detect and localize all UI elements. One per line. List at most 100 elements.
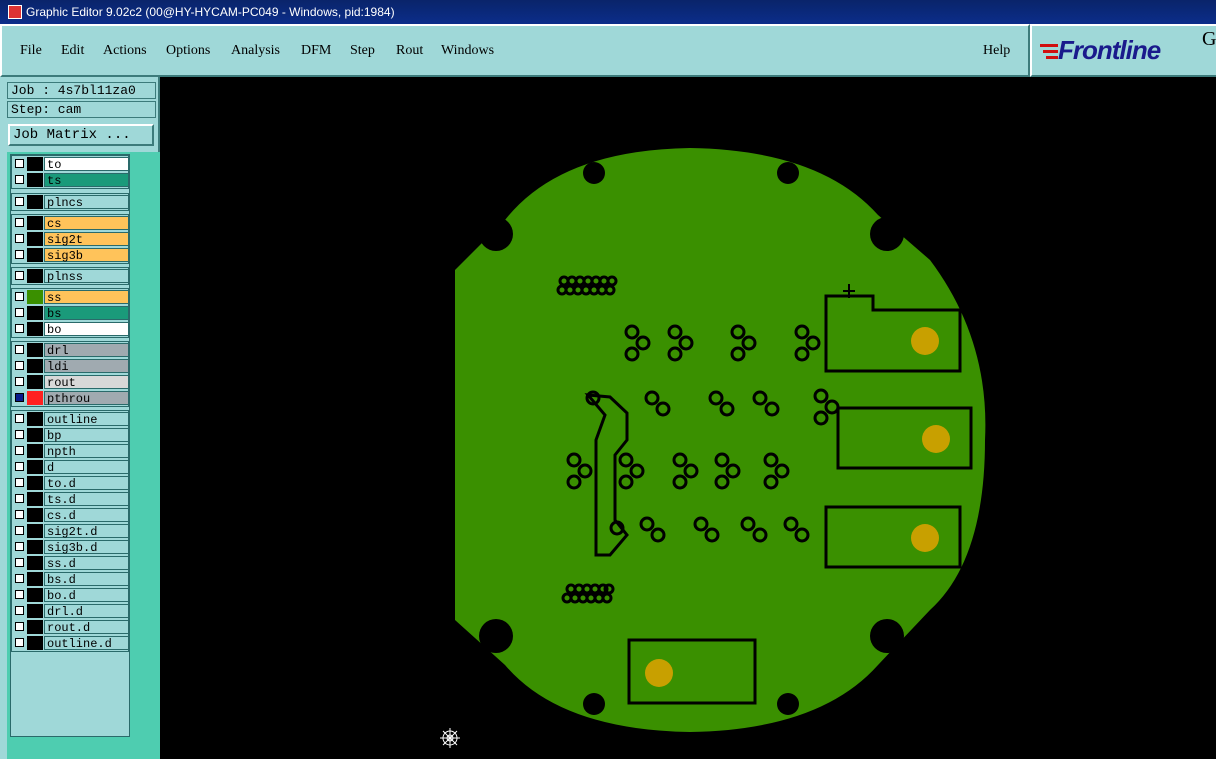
layer-name[interactable]: outline.d: [44, 636, 129, 651]
layer-row-rout[interactable]: rout: [13, 375, 129, 390]
layer-checkbox[interactable]: [15, 638, 24, 647]
layer-checkbox[interactable]: [15, 606, 24, 615]
layer-checkbox[interactable]: [15, 430, 24, 439]
layer-color-swatch[interactable]: [27, 476, 43, 490]
layer-name[interactable]: rout.d: [44, 620, 129, 635]
layer-color-swatch[interactable]: [27, 195, 43, 209]
layer-color-swatch[interactable]: [27, 157, 43, 171]
layer-name[interactable]: ts.d: [44, 492, 129, 507]
pcb-view[interactable]: [160, 77, 1216, 759]
layer-row-cs[interactable]: cs: [13, 216, 129, 231]
layer-row-d[interactable]: d: [13, 460, 129, 475]
layer-row-npth[interactable]: npth: [13, 444, 129, 459]
layer-name[interactable]: ts: [44, 173, 129, 188]
layer-row-bp[interactable]: bp: [13, 428, 129, 443]
layer-row-bs[interactable]: bs: [13, 306, 129, 321]
layer-name[interactable]: d: [44, 460, 129, 475]
layer-color-swatch[interactable]: [27, 343, 43, 357]
layer-checkbox[interactable]: [15, 271, 24, 280]
menu-edit[interactable]: Edit: [61, 43, 84, 59]
menu-analysis[interactable]: Analysis: [231, 43, 280, 59]
layer-color-swatch[interactable]: [27, 306, 43, 320]
layer-name[interactable]: bo.d: [44, 588, 129, 603]
layer-row-ts[interactable]: ts: [13, 173, 129, 188]
layer-color-swatch[interactable]: [27, 556, 43, 570]
layer-row-sig2t-d[interactable]: sig2t.d: [13, 524, 129, 539]
menu-options[interactable]: Options: [166, 43, 210, 59]
layer-color-swatch[interactable]: [27, 216, 43, 230]
layer-color-swatch[interactable]: [27, 322, 43, 336]
layer-row-drl[interactable]: drl: [13, 343, 129, 358]
layer-row-to-d[interactable]: to.d: [13, 476, 129, 491]
layer-checkbox[interactable]: [15, 558, 24, 567]
layer-color-swatch[interactable]: [27, 290, 43, 304]
layer-color-swatch[interactable]: [27, 620, 43, 634]
layer-checkbox[interactable]: [15, 292, 24, 301]
layer-name[interactable]: to.d: [44, 476, 129, 491]
layer-checkbox[interactable]: [15, 345, 24, 354]
layer-color-swatch[interactable]: [27, 359, 43, 373]
layer-row-plnss[interactable]: plnss: [13, 269, 129, 284]
layer-checkbox[interactable]: [15, 622, 24, 631]
layer-name[interactable]: drl.d: [44, 604, 129, 619]
layer-checkbox[interactable]: [15, 574, 24, 583]
layer-name[interactable]: plnss: [44, 269, 129, 284]
layer-checkbox[interactable]: [15, 234, 24, 243]
layer-checkbox[interactable]: [15, 494, 24, 503]
layer-name[interactable]: bp: [44, 428, 129, 443]
layer-checkbox[interactable]: [15, 462, 24, 471]
menu-windows[interactable]: Windows: [441, 43, 494, 59]
layer-color-swatch[interactable]: [27, 412, 43, 426]
layer-color-swatch[interactable]: [27, 375, 43, 389]
layer-row-plncs[interactable]: plncs: [13, 195, 129, 210]
layer-name[interactable]: ss: [44, 290, 129, 305]
layer-color-swatch[interactable]: [27, 636, 43, 650]
layer-row-ss[interactable]: ss: [13, 290, 129, 305]
layer-color-swatch[interactable]: [27, 232, 43, 246]
menu-step[interactable]: Step: [350, 43, 375, 59]
layer-row-ss-d[interactable]: ss.d: [13, 556, 129, 571]
layer-row-outline-d[interactable]: outline.d: [13, 636, 129, 651]
layer-row-to[interactable]: to: [13, 157, 129, 172]
layer-row-pthrou[interactable]: pthrou: [13, 391, 129, 406]
layer-color-swatch[interactable]: [27, 269, 43, 283]
layer-name[interactable]: npth: [44, 444, 129, 459]
layer-color-swatch[interactable]: [27, 492, 43, 506]
layer-checkbox[interactable]: [15, 361, 24, 370]
layer-name[interactable]: drl: [44, 343, 129, 358]
layer-name[interactable]: sig3b.d: [44, 540, 129, 555]
layer-color-swatch[interactable]: [27, 460, 43, 474]
layer-color-swatch[interactable]: [27, 248, 43, 262]
layer-color-swatch[interactable]: [27, 173, 43, 187]
layer-row-bo-d[interactable]: bo.d: [13, 588, 129, 603]
layer-row-outline[interactable]: outline: [13, 412, 129, 427]
menu-file[interactable]: File: [20, 43, 42, 59]
layer-checkbox[interactable]: [15, 250, 24, 259]
menu-dfm[interactable]: DFM: [301, 43, 331, 59]
layer-checkbox[interactable]: [15, 393, 24, 402]
layer-color-swatch[interactable]: [27, 391, 43, 405]
layer-checkbox[interactable]: [15, 526, 24, 535]
layer-color-swatch[interactable]: [27, 444, 43, 458]
layer-name[interactable]: ss.d: [44, 556, 129, 571]
layer-checkbox[interactable]: [15, 218, 24, 227]
layer-checkbox[interactable]: [15, 308, 24, 317]
layer-row-rout-d[interactable]: rout.d: [13, 620, 129, 635]
layer-row-ts-d[interactable]: ts.d: [13, 492, 129, 507]
job-matrix-button[interactable]: Job Matrix ...: [8, 124, 154, 146]
layer-name[interactable]: bs.d: [44, 572, 129, 587]
layer-name[interactable]: to: [44, 157, 129, 172]
layer-name[interactable]: bo: [44, 322, 129, 337]
layer-checkbox[interactable]: [15, 414, 24, 423]
layer-checkbox[interactable]: [15, 510, 24, 519]
layer-name[interactable]: sig3b: [44, 248, 129, 263]
layer-row-cs-d[interactable]: cs.d: [13, 508, 129, 523]
layer-row-drl-d[interactable]: drl.d: [13, 604, 129, 619]
layer-checkbox[interactable]: [15, 446, 24, 455]
layer-name[interactable]: pthrou: [44, 391, 129, 406]
layer-color-swatch[interactable]: [27, 428, 43, 442]
layer-color-swatch[interactable]: [27, 588, 43, 602]
menu-actions[interactable]: Actions: [103, 43, 147, 59]
layer-checkbox[interactable]: [15, 377, 24, 386]
layer-color-swatch[interactable]: [27, 604, 43, 618]
